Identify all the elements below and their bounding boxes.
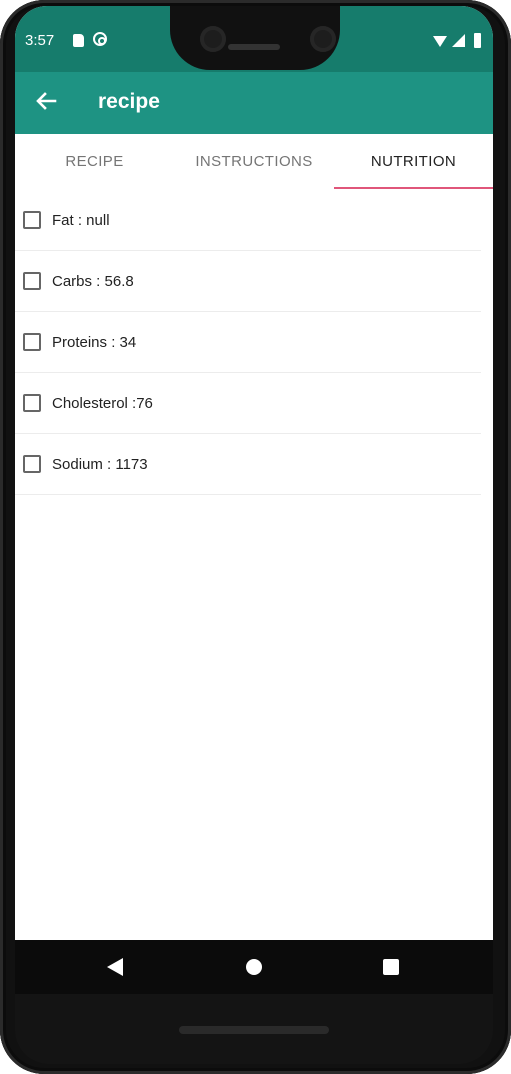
list-item[interactable]: Sodium : 1173 [15, 434, 481, 495]
nav-back-icon[interactable] [107, 958, 123, 976]
tab-indicator [334, 187, 493, 189]
tab-bar: RECIPE INSTRUCTIONS NUTRITION [15, 134, 493, 190]
sd-card-icon [73, 34, 84, 47]
app-bar: recipe [15, 72, 493, 134]
phone-frame: 3:57 recipe RECIPE INSTRUCTIONS NUTRITIO… [0, 0, 511, 1074]
nutrition-label-sodium: Sodium : 1173 [52, 456, 148, 473]
checkbox[interactable] [23, 211, 41, 229]
nutrition-label-fat: Fat : null [52, 212, 110, 229]
nav-recents-icon[interactable] [383, 959, 399, 975]
speaker-grill [179, 1026, 329, 1034]
page-title: recipe [98, 90, 160, 113]
tab-recipe[interactable]: RECIPE [15, 134, 174, 190]
app-screen: 3:57 recipe RECIPE INSTRUCTIONS NUTRITIO… [15, 6, 493, 940]
tab-instructions[interactable]: INSTRUCTIONS [174, 134, 334, 190]
cell-signal-icon [452, 34, 465, 47]
checkbox[interactable] [23, 455, 41, 473]
wifi-icon [433, 36, 447, 47]
list-item[interactable]: Proteins : 34 [15, 312, 481, 373]
bottom-bezel [15, 994, 493, 1064]
arrow-left-icon[interactable] [33, 88, 59, 114]
camera-notch [170, 6, 340, 70]
checkbox[interactable] [23, 272, 41, 290]
nutrition-list: Fat : null Carbs : 56.8 Proteins : 34 Ch… [15, 190, 493, 495]
status-bar: 3:57 [15, 6, 493, 72]
list-item[interactable]: Carbs : 56.8 [15, 251, 481, 312]
front-camera-icon [200, 26, 226, 52]
system-nav-bar [15, 940, 493, 994]
tab-nutrition[interactable]: NUTRITION [334, 134, 493, 190]
nutrition-label-proteins: Proteins : 34 [52, 334, 137, 351]
list-item[interactable]: Cholesterol :76 [15, 373, 481, 434]
list-item[interactable]: Fat : null [15, 190, 481, 251]
checkbox[interactable] [23, 333, 41, 351]
sync-icon [93, 32, 107, 46]
nav-home-icon[interactable] [246, 959, 262, 975]
nutrition-label-carbs: Carbs : 56.8 [52, 273, 134, 290]
front-sensor-icon [310, 26, 336, 52]
nutrition-label-cholesterol: Cholesterol :76 [52, 395, 153, 412]
battery-icon [474, 33, 481, 48]
earpiece-speaker [228, 44, 280, 50]
status-time: 3:57 [25, 32, 55, 49]
checkbox[interactable] [23, 394, 41, 412]
